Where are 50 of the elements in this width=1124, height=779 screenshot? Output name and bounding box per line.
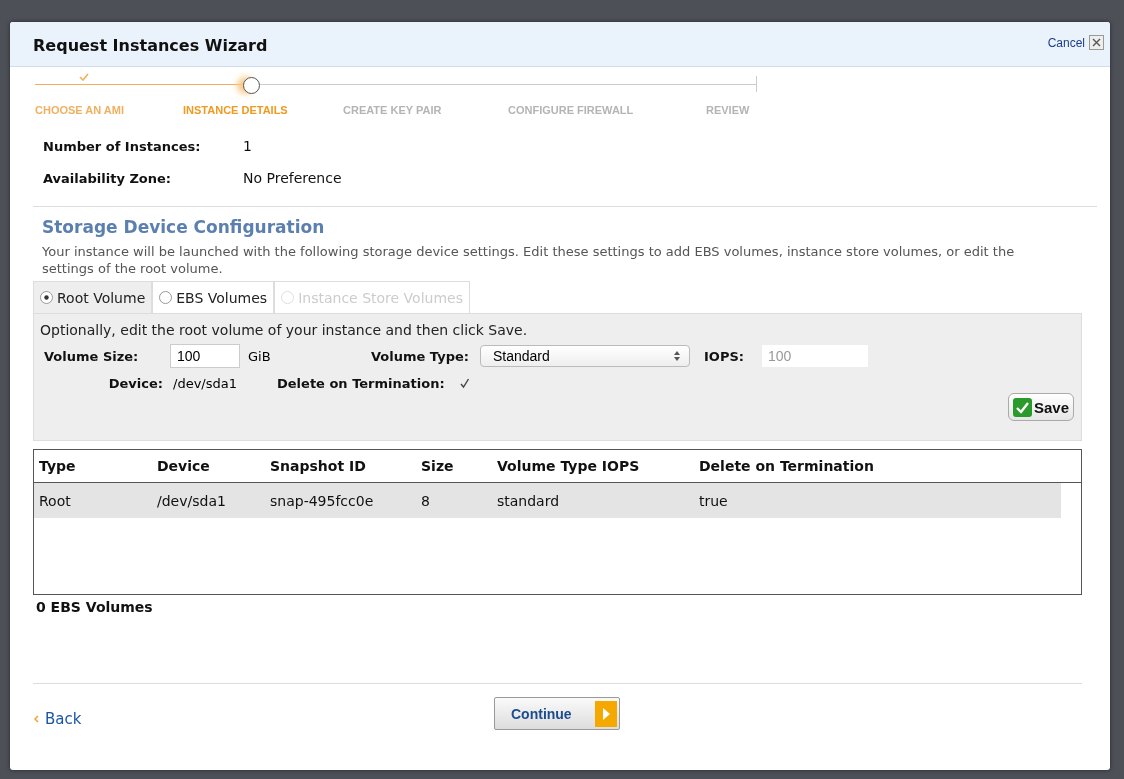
section-heading: Storage Device Configuration <box>42 217 326 237</box>
table-row[interactable]: Root /dev/sda1 snap-495fcc0e 8 standard true <box>34 483 1061 518</box>
chevron-left-icon <box>34 715 39 723</box>
field-label: Device: <box>107 376 163 391</box>
table-cell-text: 8 <box>420 492 431 509</box>
step-label: CHOOSE AN AMI <box>35 104 125 116</box>
radio-icon <box>159 291 173 304</box>
step-label: INSTANCE DETAILS <box>183 104 288 116</box>
volume-count: 0 EBS Volumes <box>36 599 154 615</box>
continue-button[interactable]: Continue <box>494 697 620 730</box>
check-icon <box>1012 397 1032 417</box>
play-icon <box>595 700 617 727</box>
save-button[interactable]: Save <box>1007 393 1074 421</box>
column-header: Type <box>38 458 77 474</box>
dialog-title: Request Instances Wizard <box>33 35 268 55</box>
field-value: 1 <box>243 138 252 154</box>
table-cell-text: snap-495fcc0e <box>269 492 375 509</box>
section-description: Your instance will be launched with the following storage device settings. Edit these settings to add EBS volumes, instance store volumes, or edit the settings of the root volume. <box>42 243 1016 277</box>
cancel-link[interactable]: Cancel <box>1047 35 1085 50</box>
step-label: CONFIGURE FIREWALL <box>508 104 634 116</box>
field-label: Delete on Termination: <box>277 376 445 391</box>
field-label: Volume Size: <box>44 348 140 364</box>
tab[interactable]: Root Volume <box>33 281 153 313</box>
table-cell-text: standard <box>496 492 561 509</box>
field-label: IOPS: <box>704 348 744 364</box>
back-link[interactable]: Back <box>34 710 82 728</box>
table-cell-text: /dev/sda1 <box>156 492 227 509</box>
field-label: Volume Type: <box>370 348 469 364</box>
tab[interactable]: EBS Volumes <box>152 281 275 313</box>
updown-arrows-icon <box>674 351 680 361</box>
radio-icon <box>40 291 53 304</box>
table-cell-text: Root <box>38 492 72 509</box>
column-header: Volume Type IOPS <box>496 458 641 474</box>
volume-type-dropdown[interactable]: Standard <box>480 345 690 367</box>
panel-hint: Optionally, edit the root volume of your instance and then click Save. <box>40 322 529 338</box>
radio-icon <box>281 291 295 304</box>
column-header: Device <box>156 458 211 474</box>
table-cell-text: true <box>698 492 729 509</box>
close-button[interactable] <box>1089 35 1104 50</box>
step-label: REVIEW <box>706 104 750 116</box>
field-label: Number of Instances: <box>43 139 202 154</box>
volume-size-field[interactable]: 100 <box>170 344 240 368</box>
field-value: No Preference <box>243 170 342 186</box>
column-header: Snapshot ID <box>269 458 367 474</box>
step-label: CREATE KEY PAIR <box>343 104 442 116</box>
unit-label: GiB <box>248 348 272 364</box>
column-header: Delete on Termination <box>698 458 875 474</box>
column-header: Size <box>420 458 455 474</box>
field-label: Availability Zone: <box>43 171 173 186</box>
field-value: /dev/sda1 <box>173 376 238 391</box>
